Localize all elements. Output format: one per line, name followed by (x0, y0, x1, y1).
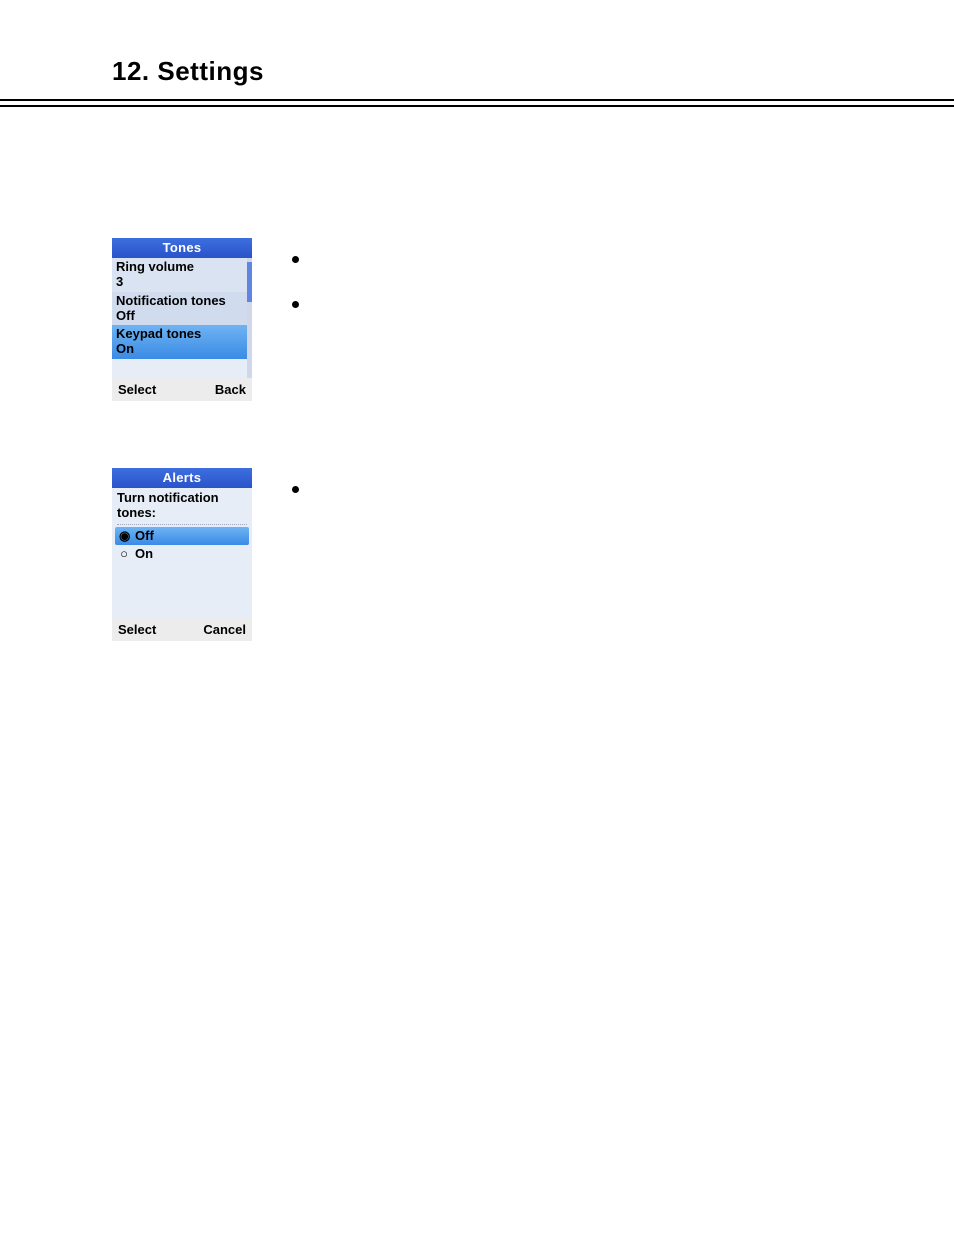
menu-item-label: Keypad tones (116, 327, 243, 341)
menu-item-ring-volume[interactable]: Ring volume 3 (112, 258, 247, 292)
screen-title: Tones (112, 238, 252, 258)
radio-label: On (135, 546, 153, 561)
menu-list: Ring volume 3 Notification tones Off Key… (112, 258, 252, 359)
menu-item-value: On (116, 342, 243, 356)
row-alerts: Alerts Turn notification tones: ◉ Off ○ … (112, 468, 872, 641)
screen-body: Turn notification tones: ◉ Off ○ On (112, 488, 252, 618)
chapter-title: 12. Settings (112, 56, 954, 87)
menu-item-keypad-tones[interactable]: Keypad tones On (112, 325, 247, 359)
menu-item-value: Off (116, 309, 243, 323)
menu-item-label: Notification tones (116, 294, 243, 308)
page: 12. Settings Tones Ring volume 3 Notific… (0, 0, 954, 1235)
radio-list: ◉ Off ○ On (112, 525, 252, 566)
screen-body: Ring volume 3 Notification tones Off Key… (112, 258, 252, 378)
bullet-icon (292, 486, 299, 493)
radio-option-on[interactable]: ○ On (115, 545, 249, 562)
radio-unselected-icon: ○ (119, 546, 129, 561)
bullet-icon (292, 301, 299, 308)
softkey-right[interactable]: Back (215, 382, 246, 397)
double-rule (0, 99, 954, 107)
menu-item-value: 3 (116, 275, 243, 289)
softkey-bar: Select Back (112, 378, 252, 401)
menu-item-label: Ring volume (116, 260, 243, 274)
softkey-bar: Select Cancel (112, 618, 252, 641)
scrollbar-thumb[interactable] (247, 262, 252, 302)
prompt-text: Turn notification tones: (112, 488, 252, 522)
softkey-left[interactable]: Select (118, 622, 156, 637)
radio-option-off[interactable]: ◉ Off (115, 527, 249, 545)
phone-screen-tones: Tones Ring volume 3 Notification tones O… (112, 238, 252, 401)
radio-label: Off (135, 528, 154, 543)
bullet-icon (292, 256, 299, 263)
softkey-left[interactable]: Select (118, 382, 156, 397)
row-tones: Tones Ring volume 3 Notification tones O… (112, 238, 872, 401)
menu-item-notification-tones[interactable]: Notification tones Off (112, 292, 247, 326)
radio-selected-icon: ◉ (119, 528, 129, 544)
screen-title: Alerts (112, 468, 252, 488)
bullet-column (292, 468, 299, 531)
scrollbar-track (247, 258, 252, 378)
softkey-right[interactable]: Cancel (203, 622, 246, 637)
phone-screen-alerts: Alerts Turn notification tones: ◉ Off ○ … (112, 468, 252, 641)
bullet-column (292, 238, 299, 346)
